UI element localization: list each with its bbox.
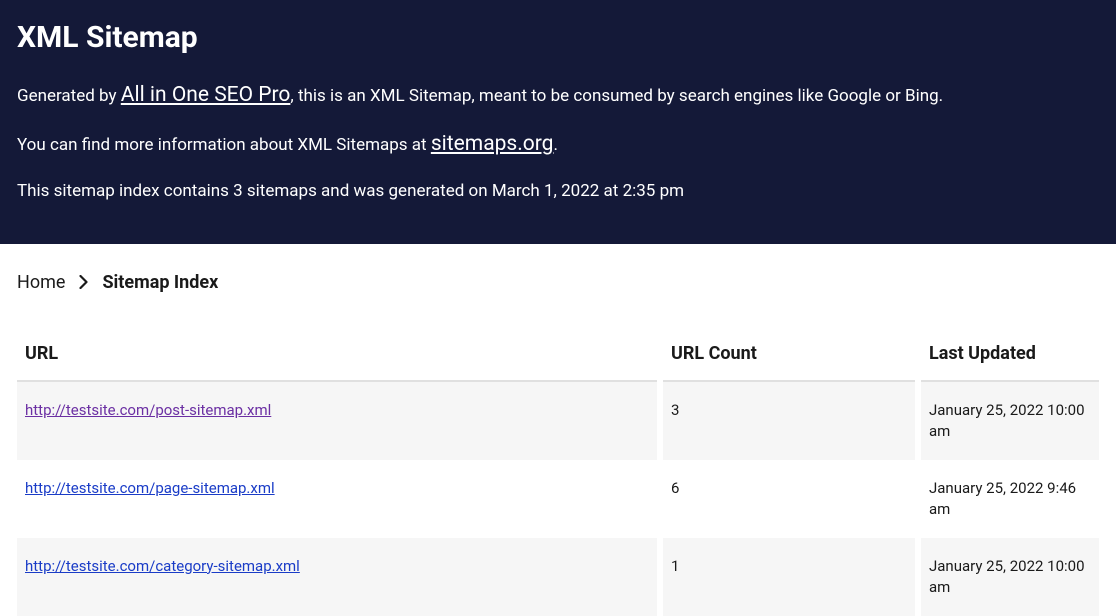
sitemap-link[interactable]: http://testsite.com/category-sitemap.xml: [25, 557, 300, 575]
cell-updated: January 25, 2022 10:00 am: [921, 538, 1099, 616]
moreinfo-prefix: You can find more information about XML …: [17, 135, 431, 155]
cell-count: 6: [663, 460, 915, 538]
column-header-count: URL Count: [663, 333, 915, 382]
cell-url: http://testsite.com/post-sitemap.xml: [17, 382, 657, 460]
cell-url: http://testsite.com/category-sitemap.xml: [17, 538, 657, 616]
table-row: http://testsite.com/post-sitemap.xml 3 J…: [17, 382, 1099, 460]
chevron-right-icon: [79, 275, 88, 289]
summary-line: This sitemap index contains 3 sitemaps a…: [17, 180, 1099, 204]
cell-updated: January 25, 2022 10:00 am: [921, 382, 1099, 460]
cell-url: http://testsite.com/page-sitemap.xml: [17, 460, 657, 538]
sitemap-table: URL URL Count Last Updated http://testsi…: [17, 333, 1099, 616]
generator-link[interactable]: All in One SEO Pro: [121, 83, 291, 107]
header-section: XML Sitemap Generated by All in One SEO …: [0, 0, 1116, 244]
breadcrumb-home[interactable]: Home: [17, 272, 65, 293]
table-row: http://testsite.com/page-sitemap.xml 6 J…: [17, 460, 1099, 538]
cell-count: 3: [663, 382, 915, 460]
table-row: http://testsite.com/category-sitemap.xml…: [17, 538, 1099, 616]
table-header-row: URL URL Count Last Updated: [17, 333, 1099, 382]
breadcrumb-current: Sitemap Index: [102, 272, 218, 293]
moreinfo-line: You can find more information about XML …: [17, 130, 1099, 159]
breadcrumb: Home Sitemap Index: [17, 272, 1099, 293]
column-header-url: URL: [17, 333, 657, 382]
sitemap-link[interactable]: http://testsite.com/page-sitemap.xml: [25, 479, 275, 497]
column-header-updated: Last Updated: [921, 333, 1099, 382]
page-title: XML Sitemap: [17, 20, 1099, 55]
cell-updated: January 25, 2022 9:46 am: [921, 460, 1099, 538]
generated-suffix: , this is an XML Sitemap, meant to be co…: [290, 86, 943, 106]
moreinfo-suffix: .: [553, 135, 557, 155]
generated-prefix: Generated by: [17, 86, 121, 106]
sitemaps-org-link[interactable]: sitemaps.org: [431, 132, 554, 156]
cell-count: 1: [663, 538, 915, 616]
sitemap-link[interactable]: http://testsite.com/post-sitemap.xml: [25, 401, 271, 419]
generated-by-line: Generated by All in One SEO Pro, this is…: [17, 81, 1099, 110]
